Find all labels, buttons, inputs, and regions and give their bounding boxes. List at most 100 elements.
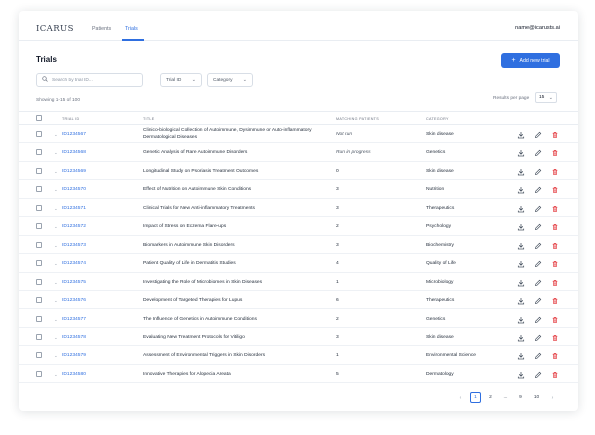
trial-id-link[interactable]: ID1234576 xyxy=(62,298,86,303)
download-icon[interactable] xyxy=(517,297,525,305)
download-icon[interactable] xyxy=(517,334,525,342)
row-checkbox[interactable] xyxy=(36,167,42,174)
row-checkbox[interactable] xyxy=(36,223,42,230)
chevron-down-icon[interactable]: ⌄ xyxy=(54,335,58,341)
trash-icon[interactable] xyxy=(551,371,559,379)
table-row[interactable]: ⌄ ID1234575 Investigating the Role of Micr… xyxy=(19,273,578,291)
select-all-checkbox[interactable] xyxy=(36,115,42,121)
tab-patients[interactable]: Patients xyxy=(92,26,111,32)
trial-id-link[interactable]: ID1234569 xyxy=(62,169,86,174)
add-new-trial-button[interactable]: + Add new trial xyxy=(501,53,560,68)
page-9-button[interactable]: 9 xyxy=(515,392,526,403)
table-row[interactable]: ⌄ ID1234572 Impact of Stress on Eczema Fla… xyxy=(19,217,578,236)
row-checkbox[interactable] xyxy=(36,260,42,267)
tab-trials[interactable]: Trials xyxy=(125,26,138,32)
chevron-down-icon[interactable]: ⌄ xyxy=(54,169,58,175)
row-checkbox[interactable] xyxy=(36,204,42,211)
edit-icon[interactable] xyxy=(534,297,542,305)
trial-id-link[interactable]: ID1234567 xyxy=(62,132,86,137)
category-dropdown[interactable]: Category ⌄ xyxy=(207,73,253,87)
download-icon[interactable] xyxy=(517,260,525,268)
download-icon[interactable] xyxy=(517,242,525,250)
download-icon[interactable] xyxy=(517,223,525,231)
edit-icon[interactable] xyxy=(534,242,542,250)
row-checkbox[interactable] xyxy=(36,186,42,193)
edit-icon[interactable] xyxy=(534,223,542,231)
trash-icon[interactable] xyxy=(551,316,559,324)
download-icon[interactable] xyxy=(517,149,525,157)
trash-icon[interactable] xyxy=(551,205,559,213)
trash-icon[interactable] xyxy=(551,297,559,305)
prev-page-button[interactable]: ‹ xyxy=(455,392,466,403)
trash-icon[interactable] xyxy=(551,352,559,360)
download-icon[interactable] xyxy=(517,316,525,324)
chevron-down-icon[interactable]: ⌄ xyxy=(54,224,58,230)
edit-icon[interactable] xyxy=(534,168,542,176)
trash-icon[interactable] xyxy=(551,168,559,176)
row-checkbox[interactable] xyxy=(36,352,42,359)
trash-icon[interactable] xyxy=(551,260,559,268)
chevron-down-icon[interactable]: ⌄ xyxy=(54,187,58,193)
table-row[interactable]: ⌄ ID1234568 Genetic Analysis of Rare Autoi… xyxy=(19,143,578,162)
page-1-button[interactable]: 1 xyxy=(470,392,481,403)
rows-per-page-select[interactable]: 15 ⌄ xyxy=(535,92,557,103)
trash-icon[interactable] xyxy=(551,279,559,287)
trash-icon[interactable] xyxy=(551,131,559,139)
download-icon[interactable] xyxy=(517,371,525,379)
row-checkbox[interactable] xyxy=(36,315,42,322)
trial-id-link[interactable]: ID1234572 xyxy=(62,224,86,229)
table-row[interactable]: ⌄ ID1234573 Biomarkers in Autoimmune Skin … xyxy=(19,236,578,255)
page-10-button[interactable]: 10 xyxy=(531,392,542,403)
table-row[interactable]: ⌄ ID1234577 The Influence of Genetics in A… xyxy=(19,310,578,328)
edit-icon[interactable] xyxy=(534,334,542,342)
trial-id-link[interactable]: ID1234579 xyxy=(62,353,86,358)
table-row[interactable]: ⌄ ID1234580 Innovative Therapies for Alope… xyxy=(19,365,578,384)
column-header-trial-id[interactable]: TRIAL ID xyxy=(62,117,79,121)
trial-id-link[interactable]: ID1234578 xyxy=(62,335,86,340)
edit-icon[interactable] xyxy=(534,316,542,324)
trial-id-link[interactable]: ID1234570 xyxy=(62,187,86,192)
row-checkbox[interactable] xyxy=(36,149,42,156)
chevron-down-icon[interactable]: ⌄ xyxy=(54,317,58,323)
table-row[interactable]: ⌄ ID1234579 Assessment of Environmental Tr… xyxy=(19,346,578,365)
trial-id-link[interactable]: ID1234574 xyxy=(62,261,86,266)
search-box[interactable] xyxy=(36,73,143,87)
row-checkbox[interactable] xyxy=(36,333,42,340)
trash-icon[interactable] xyxy=(551,223,559,231)
chevron-down-icon[interactable]: ⌄ xyxy=(54,243,58,249)
chevron-down-icon[interactable]: ⌄ xyxy=(54,261,58,267)
user-email[interactable]: name@icarusts.ai xyxy=(515,25,560,31)
next-page-button[interactable]: › xyxy=(547,392,558,403)
chevron-down-icon[interactable]: ⌄ xyxy=(54,206,58,212)
table-row[interactable]: ⌄ ID1234570 Effect of Nutrition on Autoimm… xyxy=(19,180,578,199)
edit-icon[interactable] xyxy=(534,205,542,213)
download-icon[interactable] xyxy=(517,131,525,139)
edit-icon[interactable] xyxy=(534,279,542,287)
trial-id-dropdown[interactable]: Trial ID ⌄ xyxy=(160,73,202,87)
edit-icon[interactable] xyxy=(534,149,542,157)
column-header-category[interactable]: CATEGORY xyxy=(426,117,449,121)
table-row[interactable]: ⌄ ID1234571 Clinical Trials for New Anti-i… xyxy=(19,199,578,218)
chevron-down-icon[interactable]: ⌄ xyxy=(54,280,58,286)
download-icon[interactable] xyxy=(517,352,525,360)
chevron-down-icon[interactable]: ⌄ xyxy=(54,353,58,359)
search-input[interactable] xyxy=(52,77,138,83)
trash-icon[interactable] xyxy=(551,186,559,194)
column-header-title[interactable]: TITLE xyxy=(143,117,155,121)
column-header-matching-patients[interactable]: MATCHING PATIENTS xyxy=(336,117,379,121)
chevron-down-icon[interactable]: ⌄ xyxy=(54,298,58,304)
trial-id-link[interactable]: ID1234577 xyxy=(62,317,86,322)
chevron-down-icon[interactable]: ⌄ xyxy=(54,132,58,138)
download-icon[interactable] xyxy=(517,168,525,176)
row-checkbox[interactable] xyxy=(36,278,42,285)
row-checkbox[interactable] xyxy=(36,131,42,137)
page-2-button[interactable]: 2 xyxy=(485,392,496,403)
trial-id-link[interactable]: ID1234568 xyxy=(62,150,86,155)
row-checkbox[interactable] xyxy=(36,370,42,377)
download-icon[interactable] xyxy=(517,186,525,194)
download-icon[interactable] xyxy=(517,279,525,287)
chevron-down-icon[interactable]: ⌄ xyxy=(54,372,58,378)
chevron-down-icon[interactable]: ⌄ xyxy=(54,150,58,156)
table-row[interactable]: ⌄ ID1234578 Evaluating New Treatment Proto… xyxy=(19,328,578,347)
edit-icon[interactable] xyxy=(534,371,542,379)
